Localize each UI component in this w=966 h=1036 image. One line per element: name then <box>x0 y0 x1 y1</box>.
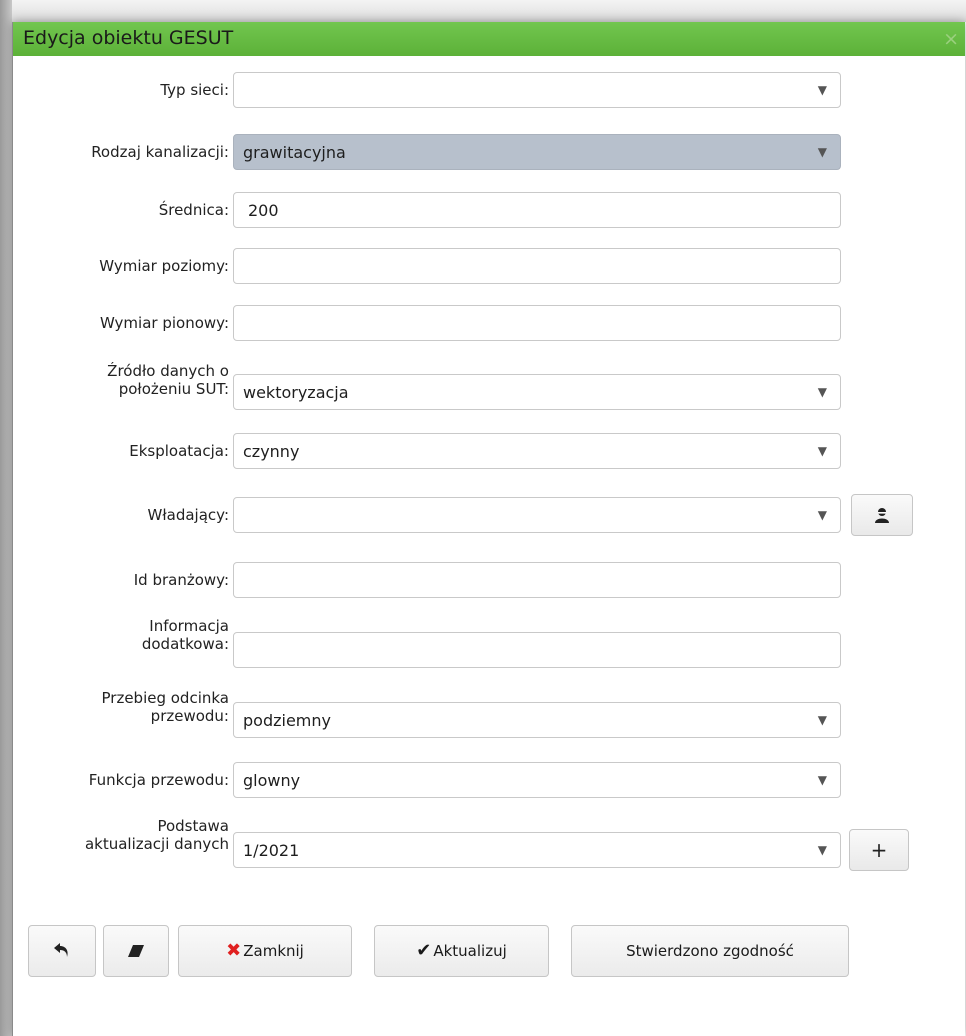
zrodlo-danych-label-line1: Źródło danych o <box>107 362 229 380</box>
podstawa-aktualizacji-label-line1: Podstawa <box>157 817 229 835</box>
undo-icon <box>54 943 68 957</box>
choose-owner-button[interactable] <box>851 494 913 536</box>
chevron-down-icon: ▼ <box>817 508 827 522</box>
gesut-edit-dialog: Edycja obiektu GESUT × Typ sieci: ▼ Rodz… <box>12 22 965 1036</box>
przebieg-odcinka-label-line1: Przebieg odcinka <box>101 689 230 707</box>
typ-sieci-label: Typ sieci: <box>160 81 229 99</box>
chevron-down-icon: ▼ <box>817 385 827 399</box>
check-icon: ✔ <box>416 940 432 961</box>
zrodlo-danych-select[interactable]: wektoryzacja ▼ <box>233 374 841 410</box>
chevron-down-icon: ▼ <box>817 444 827 458</box>
eksploatacja-value: czynny <box>243 442 300 461</box>
chevron-down-icon: ▼ <box>817 713 827 727</box>
funkcja-przewodu-value: glowny <box>243 771 301 790</box>
plus-icon: + <box>870 838 888 862</box>
id-branzowy-input[interactable] <box>233 562 841 598</box>
typ-sieci-select[interactable]: ▼ <box>233 72 841 108</box>
rodzaj-kanalizacji-select[interactable]: grawitacyjna ▼ <box>233 134 841 170</box>
podstawa-aktualizacji-value: 1/2021 <box>243 841 300 860</box>
background-window-left <box>0 0 12 1036</box>
wladajacy-label: Władający: <box>147 506 229 524</box>
przebieg-odcinka-select[interactable]: podziemny ▼ <box>233 702 841 738</box>
wladajacy-select[interactable]: ▼ <box>233 497 841 533</box>
podstawa-aktualizacji-label-line2: aktualizacji danych <box>84 835 229 853</box>
wymiar-poziomy-label: Wymiar poziomy: <box>99 257 229 275</box>
funkcja-przewodu-label: Funkcja przewodu: <box>88 771 229 789</box>
chevron-down-icon: ▼ <box>817 145 827 159</box>
chevron-down-icon: ▼ <box>817 773 827 787</box>
clear-button[interactable] <box>103 925 169 977</box>
stwierdzono-zgodnosc-label: Stwierdzono zgodność <box>626 942 794 960</box>
wymiar-pionowy-input[interactable] <box>233 305 841 341</box>
funkcja-przewodu-select[interactable]: glowny ▼ <box>233 762 841 798</box>
aktualizuj-label: Aktualizuj <box>433 942 507 960</box>
wymiar-pionowy-label: Wymiar pionowy: <box>99 314 229 332</box>
background-window-top <box>0 0 966 22</box>
dialog-title: Edycja obiektu GESUT <box>23 27 234 49</box>
close-x-icon: ✖ <box>226 940 242 961</box>
person-icon <box>875 508 889 523</box>
chevron-down-icon: ▼ <box>817 83 827 97</box>
add-podstawa-button[interactable]: + <box>849 829 909 871</box>
zamknij-button[interactable]: ✖ Zamknij <box>178 925 352 977</box>
stwierdzono-zgodnosc-button[interactable]: Stwierdzono zgodność <box>571 925 849 977</box>
rodzaj-kanalizacji-label: Rodzaj kanalizacji: <box>91 143 229 161</box>
undo-button[interactable] <box>28 925 96 977</box>
dialog-titlebar[interactable]: Edycja obiektu GESUT × <box>13 22 965 56</box>
eksploatacja-label: Eksploatacja: <box>129 442 229 460</box>
podstawa-aktualizacji-select[interactable]: 1/2021 ▼ <box>233 832 841 868</box>
zrodlo-danych-value: wektoryzacja <box>243 383 349 402</box>
chevron-down-icon: ▼ <box>817 843 827 857</box>
informacja-dodatkowa-label-line1: Informacja <box>149 617 229 635</box>
eksploatacja-select[interactable]: czynny ▼ <box>233 433 841 469</box>
eraser-icon <box>128 945 144 957</box>
srednica-label: Średnica: <box>158 201 229 219</box>
przebieg-odcinka-value: podziemny <box>243 711 331 730</box>
informacja-dodatkowa-label-line2: dodatkowa: <box>141 635 229 653</box>
zrodlo-danych-label-line2: położeniu SUT: <box>118 380 229 398</box>
informacja-dodatkowa-input[interactable] <box>233 632 841 668</box>
id-branzowy-label: Id branżowy: <box>133 571 229 589</box>
srednica-value: 200 <box>248 201 279 220</box>
przebieg-odcinka-label-line2: przewodu: <box>150 707 229 725</box>
srednica-input[interactable]: 200 <box>233 192 841 228</box>
rodzaj-kanalizacji-value: grawitacyjna <box>243 143 346 162</box>
wymiar-poziomy-input[interactable] <box>233 248 841 284</box>
zamknij-label: Zamknij <box>243 942 304 960</box>
close-icon[interactable]: × <box>943 28 959 50</box>
aktualizuj-button[interactable]: ✔ Aktualizuj <box>374 925 549 977</box>
